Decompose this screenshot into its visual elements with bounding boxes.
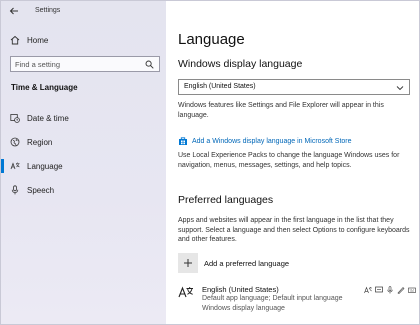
active-indicator xyxy=(1,159,4,173)
sidebar-item-date-time[interactable]: Date & time xyxy=(9,111,69,125)
list-item[interactable]: English (United States) Default app lang… xyxy=(178,285,416,317)
keyboard-icon xyxy=(408,285,416,294)
sidebar-item-label: Date & time xyxy=(27,113,69,123)
sidebar-item-label: Speech xyxy=(27,185,55,195)
calendar-clock-icon xyxy=(9,112,21,124)
sidebar-item-label: Region xyxy=(27,137,53,147)
add-language-label: Add a preferred language xyxy=(204,258,290,268)
display-language-value: English (United States) xyxy=(184,83,256,90)
sidebar-item-label: Home xyxy=(27,35,49,45)
language-icon xyxy=(9,160,21,172)
microphone-icon xyxy=(9,184,21,196)
sidebar-item-language[interactable]: Language xyxy=(9,159,63,173)
plus-icon xyxy=(178,253,198,273)
search-icon[interactable] xyxy=(145,60,154,69)
main-content: Language Windows display language Englis… xyxy=(166,1,419,324)
sidebar: Settings Home Find a setting Time & Lang… xyxy=(1,1,166,324)
chevron-down-icon xyxy=(396,84,404,92)
display-language-feature-icon xyxy=(364,285,372,294)
app-title: Settings xyxy=(35,7,61,14)
display-language-description: Windows features like Settings and File … xyxy=(178,102,384,119)
display-language-heading: Windows display language xyxy=(178,58,303,70)
display-language-select[interactable]: English (United States) xyxy=(178,79,410,95)
preferred-languages-description: Apps and websites will appear in the fir… xyxy=(178,217,410,243)
back-arrow-icon[interactable] xyxy=(9,6,21,18)
title-bar: Settings xyxy=(1,1,166,23)
sidebar-item-label: Language xyxy=(27,161,63,171)
text-to-speech-icon xyxy=(375,285,383,294)
settings-window: Settings Home Find a setting Time & Lang… xyxy=(0,0,420,325)
preferred-languages-heading: Preferred languages xyxy=(178,194,274,206)
store-link-label: Add a Windows display language in Micros… xyxy=(192,137,352,145)
sidebar-item-region[interactable]: Region xyxy=(9,135,52,149)
language-name: English (United States) xyxy=(202,285,279,294)
speech-recognition-icon xyxy=(386,285,394,294)
sidebar-item-speech[interactable]: Speech xyxy=(9,183,54,197)
language-usage: Default app language; Default input lang… xyxy=(202,295,343,302)
store-link[interactable]: Add a Windows display language in Micros… xyxy=(178,136,352,146)
language-features xyxy=(364,285,416,294)
add-language-button[interactable]: Add a preferred language xyxy=(178,253,289,273)
store-description: Use Local Experience Packs to change the… xyxy=(178,152,400,169)
search-placeholder: Find a setting xyxy=(15,60,61,69)
language-display-note: Windows display language xyxy=(202,305,285,312)
globe-icon xyxy=(9,136,21,148)
home-icon xyxy=(9,34,21,46)
store-icon xyxy=(178,136,188,146)
sidebar-item-home[interactable]: Home xyxy=(9,33,48,47)
language-icon xyxy=(178,285,194,301)
page-title: Language xyxy=(178,31,245,48)
section-title: Time & Language xyxy=(11,83,78,92)
handwriting-icon xyxy=(397,285,405,294)
search-input[interactable]: Find a setting xyxy=(10,56,160,72)
